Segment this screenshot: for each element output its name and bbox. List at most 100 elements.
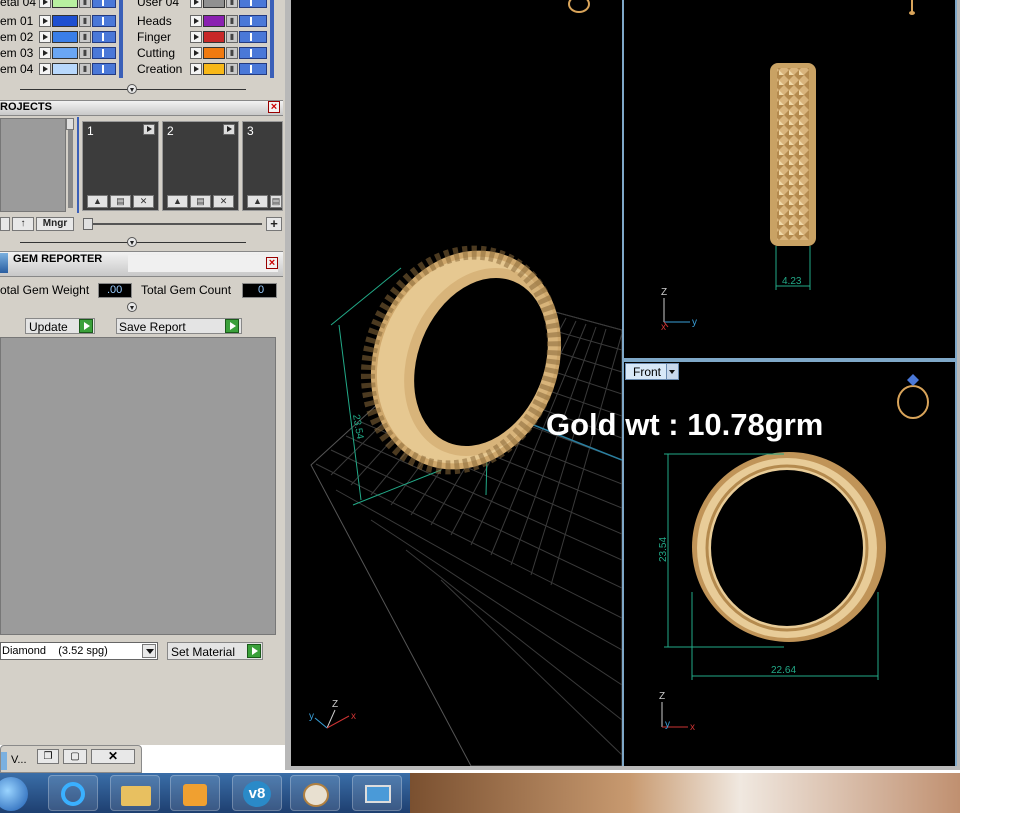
layer-color-swatch[interactable] (52, 15, 78, 27)
report-output-area[interactable] (0, 337, 276, 635)
save-report-button[interactable]: Save Report (116, 318, 242, 334)
visibility-toggle[interactable] (92, 63, 116, 75)
slider-handle[interactable] (83, 218, 93, 230)
column-divider (119, 0, 123, 78)
layer-color-swatch[interactable] (52, 47, 78, 59)
internet-explorer-icon[interactable] (48, 775, 98, 811)
visibility-toggle[interactable] (92, 47, 116, 59)
save-icon[interactable]: ▤ (190, 195, 211, 208)
set-material-button[interactable]: Set Material (167, 642, 263, 660)
manager-button[interactable]: Mngr (36, 217, 74, 231)
layer-row[interactable]: User 04 ▮ (137, 0, 277, 10)
layer-row[interactable]: em 03 ▮ (0, 46, 120, 61)
layer-color-swatch[interactable] (52, 63, 78, 75)
expand-arrow-icon[interactable] (190, 63, 202, 75)
material-select[interactable]: Diamond (3.52 spg) (0, 642, 158, 660)
lock-icon[interactable]: ▮ (79, 0, 91, 8)
expand-arrow-icon[interactable] (39, 63, 51, 75)
add-project-button[interactable]: + (266, 217, 282, 231)
visibility-toggle[interactable] (92, 0, 116, 8)
play-arrow-icon[interactable] (223, 124, 235, 135)
lock-icon[interactable]: ▮ (79, 31, 91, 43)
lock-icon[interactable]: ▮ (226, 63, 238, 75)
close-icon[interactable]: × (266, 257, 278, 269)
collapse-toggle-icon[interactable] (127, 302, 137, 312)
viewport-divider[interactable] (622, 0, 624, 766)
media-player-icon[interactable] (170, 775, 220, 811)
expand-arrow-icon[interactable] (39, 47, 51, 59)
ring-3d (360, 245, 562, 475)
project-slot[interactable]: 2 ▲ ▤ ✕ (162, 121, 239, 211)
expand-arrow-icon[interactable] (190, 47, 202, 59)
collapse-toggle-icon[interactable] (127, 84, 137, 94)
maximize-icon[interactable]: ▢ (63, 749, 87, 764)
visibility-toggle[interactable] (239, 15, 267, 27)
lock-icon[interactable]: ▮ (79, 63, 91, 75)
load-icon[interactable]: ▲ (247, 195, 268, 208)
project-slot[interactable]: 1 ▲ ▤ ✕ (82, 121, 159, 211)
layer-color-swatch[interactable] (203, 31, 225, 43)
lock-icon[interactable]: ▮ (226, 31, 238, 43)
layer-row[interactable]: Heads ▮ (137, 14, 277, 29)
layer-row[interactable]: Finger ▮ (137, 30, 277, 45)
layer-row[interactable]: em 04 ▮ (0, 62, 120, 77)
visibility-toggle[interactable] (239, 63, 267, 75)
project-slot-number: 3 (247, 124, 254, 138)
file-explorer-icon[interactable] (110, 775, 160, 811)
project-slider[interactable] (80, 218, 263, 230)
chevron-down-icon[interactable] (142, 644, 156, 658)
visibility-toggle[interactable] (92, 31, 116, 43)
project-slot[interactable]: 3 ▲ ▤ (242, 121, 283, 211)
layer-color-swatch[interactable] (203, 15, 225, 27)
nav-left-button[interactable] (0, 217, 10, 231)
visibility-toggle[interactable] (239, 31, 267, 43)
expand-arrow-icon[interactable] (190, 31, 202, 43)
layer-row[interactable]: Creation ▮ (137, 62, 277, 77)
delete-icon[interactable]: ✕ (133, 195, 154, 208)
v8-app-icon[interactable]: v8 (232, 775, 282, 811)
expand-arrow-icon[interactable] (39, 31, 51, 43)
layer-row[interactable]: em 01 ▮ (0, 14, 120, 29)
layer-color-swatch[interactable] (203, 47, 225, 59)
visibility-toggle[interactable] (239, 47, 267, 59)
load-icon[interactable]: ▲ (167, 195, 188, 208)
delete-icon[interactable]: ✕ (213, 195, 234, 208)
photo-viewer-icon[interactable] (352, 775, 402, 811)
save-icon[interactable]: ▤ (110, 195, 131, 208)
lock-icon[interactable]: ▮ (79, 15, 91, 27)
start-orb-icon[interactable] (0, 775, 30, 811)
upload-arrow-icon[interactable]: ↑ (12, 217, 34, 231)
save-icon[interactable]: ▤ (270, 195, 282, 208)
project-list-scrollbar[interactable] (66, 118, 74, 212)
expand-arrow-icon[interactable] (39, 15, 51, 27)
lock-icon[interactable]: ▮ (226, 0, 238, 8)
lock-icon[interactable]: ▮ (226, 47, 238, 59)
side-viewport[interactable]: 4.23 Z y x (624, 0, 955, 358)
close-icon[interactable]: × (268, 101, 280, 113)
layer-color-swatch[interactable] (52, 0, 78, 8)
restore-icon[interactable]: ❐ (37, 749, 59, 764)
visibility-toggle[interactable] (92, 15, 116, 27)
project-list[interactable] (0, 118, 66, 212)
layer-row[interactable]: etal 04 ▮ (0, 0, 120, 10)
layer-row[interactable]: Cutting ▮ (137, 46, 277, 61)
lock-icon[interactable]: ▮ (79, 47, 91, 59)
viewport-divider[interactable] (624, 358, 955, 362)
load-icon[interactable]: ▲ (87, 195, 108, 208)
minimized-window[interactable]: V... ❐ ▢ ✕ (0, 745, 142, 773)
play-arrow-icon[interactable] (143, 124, 155, 135)
layer-color-swatch[interactable] (203, 63, 225, 75)
close-icon[interactable]: ✕ (91, 749, 135, 764)
expand-arrow-icon[interactable] (39, 0, 51, 8)
visibility-toggle[interactable] (239, 0, 267, 8)
collapse-toggle-icon[interactable] (127, 237, 137, 247)
expand-arrow-icon[interactable] (190, 0, 202, 8)
expand-arrow-icon[interactable] (190, 15, 202, 27)
layer-color-swatch[interactable] (203, 0, 225, 8)
update-button[interactable]: Update (25, 318, 95, 334)
layer-row[interactable]: em 02 ▮ (0, 30, 120, 45)
lock-icon[interactable]: ▮ (226, 15, 238, 27)
layer-color-swatch[interactable] (52, 31, 78, 43)
paint-icon[interactable] (290, 775, 340, 811)
perspective-viewport[interactable]: 23.54 Z x y (291, 0, 622, 766)
